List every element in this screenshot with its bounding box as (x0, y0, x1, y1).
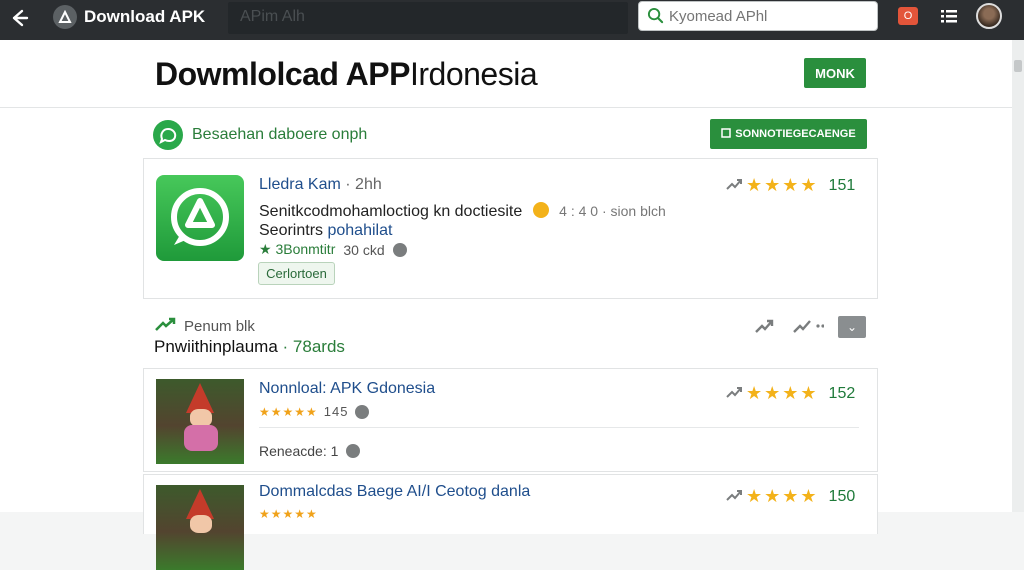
section-kicker: Penum blk (154, 316, 255, 336)
app-size: 30 ckd (343, 241, 385, 258)
page-title-main: Dowmlolcad APP (155, 56, 410, 92)
user-avatar[interactable] (976, 3, 1002, 29)
small-star-icons: ★★★★★ (259, 404, 318, 419)
search-input[interactable] (669, 6, 869, 26)
star-rating-icon: ★★★★ (746, 175, 819, 196)
small-star-icons: ★★★★★ (259, 507, 318, 521)
top-bar: Download APK APim Alh O (0, 0, 1024, 40)
filter-icon[interactable] (792, 316, 825, 339)
desc-link[interactable]: pohahilat (327, 222, 392, 239)
desc-line-2: Seorintrs (259, 222, 324, 239)
rating-count: 150 (828, 487, 856, 505)
app-age: · 2hh (345, 176, 382, 193)
search-icon (647, 7, 664, 24)
header-action-button[interactable]: MONK (804, 58, 866, 88)
section-kicker-text: Penum blk (184, 317, 255, 335)
section-count: · 78ards (282, 337, 345, 356)
app-thumbnail[interactable] (156, 379, 244, 464)
app-name[interactable]: Lledra Kam · 2hh (259, 176, 382, 194)
app-title[interactable]: Download APK (84, 7, 205, 27)
app-description: Senitkcodmohamloctiog kn doctiesite 4 : … (259, 202, 666, 240)
list-item-downloads: Reneacde: 1 (259, 443, 361, 459)
info-icon[interactable] (392, 242, 407, 257)
download-icon (721, 127, 732, 141)
app-name-text: Lledra Kam (259, 176, 341, 193)
chevron-down-icon[interactable]: ⌄ (838, 316, 866, 338)
section-title-text: Pnwiithinplauma (154, 337, 278, 356)
app-logo-icon[interactable] (53, 5, 77, 29)
list-item-rating: ★★★★ 152 (726, 383, 855, 404)
list-item-stars: ★★★★★ 145 (259, 404, 369, 419)
downloads-text: Reneacde: 1 (259, 443, 339, 459)
list-item-rating: ★★★★ 150 (726, 486, 855, 507)
row-divider (259, 427, 859, 428)
star-rating-icon: ★★★★ (746, 383, 819, 404)
info-icon[interactable] (354, 404, 369, 419)
trend-icon (726, 488, 742, 505)
scrollbar-thumb[interactable] (1014, 60, 1022, 72)
desc-extra: 4 : 4 0 · sion blch (559, 203, 666, 219)
address-field[interactable]: APim Alh (228, 2, 628, 34)
promo-button-label: SONNOTIEGECAENGE (735, 128, 856, 140)
list-item-stars-count: 145 (323, 404, 349, 419)
search-box[interactable] (638, 1, 878, 31)
back-arrow-icon[interactable] (8, 7, 32, 31)
scrollbar[interactable] (1012, 40, 1024, 512)
page-title: Dowmlolcad APPIrdonesia (155, 56, 538, 93)
trend-icon (726, 177, 742, 194)
featured-app-card[interactable]: Lledra Kam · 2hh ★★★★ 151 Senitkcodmoham… (143, 158, 878, 299)
star-rating-icon: ★★★★ (746, 486, 819, 507)
chat-icon (153, 120, 183, 150)
notification-icon[interactable]: O (898, 7, 918, 25)
app-rating: ★★★★ 151 (726, 175, 855, 196)
list-item-name[interactable]: Dommalcdas Baege AI/I Ceotog danla (259, 483, 530, 501)
promo-button[interactable]: SONNOTIEGECAENGE (710, 119, 867, 149)
download-count: ★ 3Bonmtitr (259, 241, 336, 257)
desc-line-1: Senitkcodmohamloctiog kn doctiesite (259, 203, 523, 220)
app-meta: ★ 3Bonmtitr 30 ckd (259, 241, 407, 258)
category-tag[interactable]: Cerlortoen (258, 262, 335, 285)
share-icon[interactable] (754, 316, 774, 339)
list-item[interactable]: Dommalcdas Baege AI/I Ceotog danla ★★★★★… (143, 474, 878, 570)
page-content: Dowmlolcad APPIrdonesia MONK Besaehan da… (0, 40, 1012, 570)
menu-icon[interactable] (941, 8, 957, 24)
promo-text: Besaehan daboere onph (192, 126, 368, 143)
page-title-suffix: Irdonesia (409, 56, 538, 92)
emoji-icon (532, 202, 549, 218)
info-icon[interactable] (346, 444, 361, 458)
trend-icon (726, 385, 742, 402)
trending-arrow-icon (154, 316, 176, 336)
rating-count: 152 (828, 384, 856, 402)
section-title: Pnwiithinplauma · 78ards (154, 337, 345, 357)
app-icon[interactable] (156, 175, 244, 261)
rating-count: 151 (828, 176, 856, 194)
list-item-stars: ★★★★★ (259, 507, 318, 521)
header-divider (0, 107, 1012, 108)
list-item[interactable]: Nonnloal: APK Gdonesia ★★★★★ 145 ★★★★ 15… (143, 368, 878, 472)
list-item-name[interactable]: Nonnloal: APK Gdonesia (259, 380, 435, 398)
app-thumbnail[interactable] (156, 485, 244, 570)
